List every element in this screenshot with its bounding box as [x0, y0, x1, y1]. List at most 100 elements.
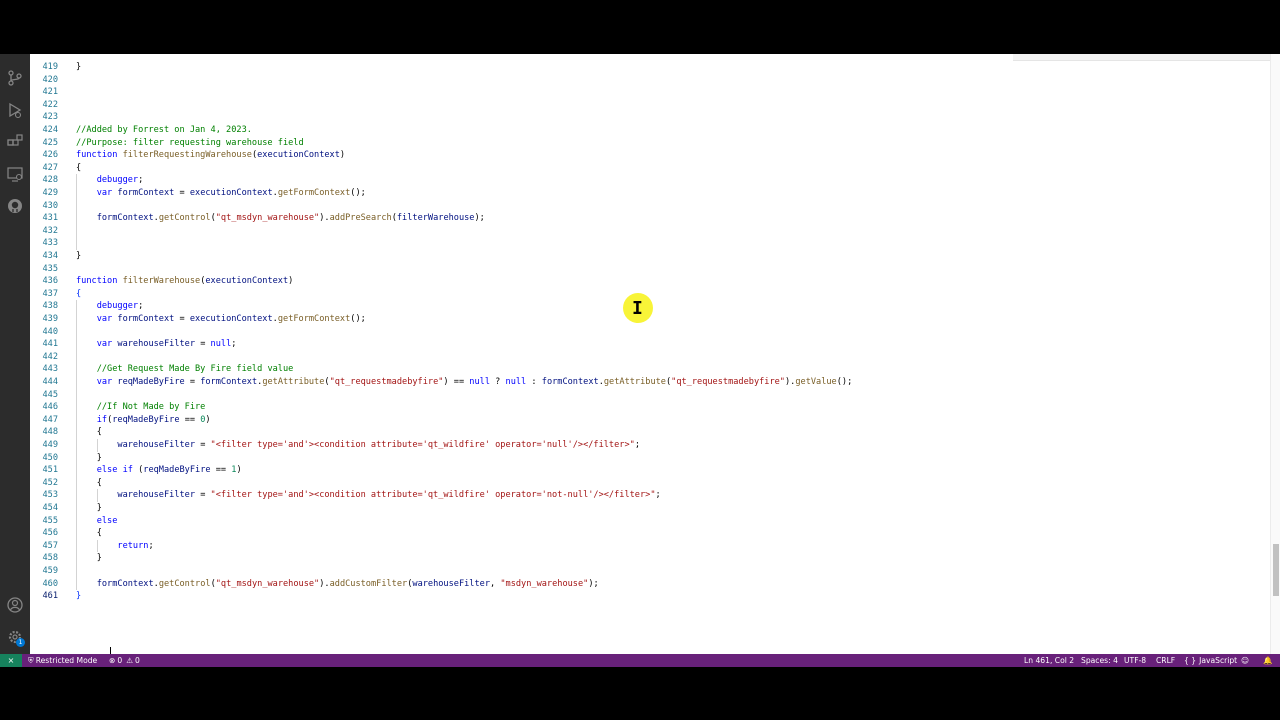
code-line[interactable]: 445: [30, 389, 1260, 402]
line-number: 422: [42, 99, 58, 110]
code-token: executionContext: [189, 188, 273, 198]
code-line[interactable]: 443 //Get Request Made By Fire field val…: [30, 363, 1260, 376]
code-line[interactable]: 426 function filterRequestingWarehouse(ex…: [30, 149, 1260, 162]
line-number: 428: [42, 175, 58, 186]
feedback-button[interactable]: ☺: [1241, 654, 1249, 667]
code-token: }: [76, 452, 102, 463]
code-token: "<filter type='and'><condition attribute…: [210, 490, 656, 501]
source-control-icon[interactable]: [5, 68, 25, 88]
code-line[interactable]: 431 formContext.getControl("qt_msdyn_war…: [30, 212, 1260, 225]
github-icon[interactable]: [5, 196, 25, 216]
cursor-position-label: Ln 461, Col 2: [1024, 656, 1075, 665]
notifications-button[interactable]: 🔔: [1263, 654, 1272, 667]
account-icon[interactable]: [5, 595, 25, 615]
code-line[interactable]: 450 }: [30, 452, 1260, 465]
line-number: 457: [42, 540, 58, 551]
code-text: }: [76, 250, 81, 263]
indentation-label: Spaces: 4: [1081, 656, 1118, 665]
code-text: var formContext = executionContext.getFo…: [76, 313, 366, 326]
code-token: ();: [836, 377, 853, 387]
line-number: 423: [42, 112, 58, 123]
code-token: reqMadeByFire: [143, 465, 211, 476]
code-line[interactable]: 425 //Purpose: filter requesting warehous…: [30, 137, 1260, 150]
code-line[interactable]: 448 {: [30, 426, 1260, 439]
code-line[interactable]: 449 warehouseFilter = "<filter type='and…: [30, 439, 1260, 452]
code-line[interactable]: 457 return;: [30, 540, 1260, 553]
braces-icon: { }: [1184, 656, 1197, 665]
code-line[interactable]: 452 {: [30, 477, 1260, 490]
line-number: 425: [42, 137, 58, 148]
code-line[interactable]: 459: [30, 565, 1260, 578]
code-line[interactable]: 421: [30, 86, 1260, 99]
line-number: 449: [42, 440, 58, 450]
encoding-button[interactable]: UTF-8: [1124, 654, 1146, 667]
code-line[interactable]: 420: [30, 74, 1260, 87]
code-line[interactable]: 430: [30, 200, 1260, 213]
code-line[interactable]: 436 function filterWarehouse(executionCon…: [30, 275, 1260, 288]
code-line[interactable]: 434}: [30, 250, 1260, 263]
code-line[interactable]: 447 if(reqMadeByFire == 0): [30, 414, 1260, 427]
line-number: 445: [42, 389, 58, 400]
code-line[interactable]: 461}: [30, 590, 1260, 603]
remote-explorer-icon[interactable]: [5, 164, 25, 184]
warning-icon: ⚠: [126, 656, 134, 665]
code-line[interactable]: 455 else: [30, 515, 1260, 528]
run-debug-icon[interactable]: [5, 100, 25, 120]
code-line[interactable]: 454 }: [30, 502, 1260, 515]
restricted-mode-button[interactable]: ⛨ Restricted Mode: [28, 654, 97, 667]
code-line[interactable]: 429 var formContext = executionContext.g…: [30, 187, 1260, 200]
extensions-icon[interactable]: [5, 132, 25, 152]
code-line[interactable]: 424 //Added by Forrest on Jan 4, 2023.: [30, 124, 1260, 137]
code-token: warehouseFilter: [117, 490, 196, 501]
code-line[interactable]: 432: [30, 225, 1260, 238]
remote-indicator-button[interactable]: ⨯: [0, 654, 22, 667]
code-line[interactable]: 460 formContext.getControl("qt_msdyn_war…: [30, 578, 1260, 591]
code-token: var: [96, 377, 118, 387]
code-token: function: [76, 276, 123, 287]
code-line[interactable]: 441 var warehouseFilter = null;: [30, 338, 1260, 351]
code-line[interactable]: 442: [30, 351, 1260, 364]
line-number: 435: [42, 263, 58, 274]
code-token: "msdyn_warehouse": [500, 578, 589, 589]
code-text: else if (reqMadeByFire == 1): [76, 464, 242, 477]
code-token: ) ==: [443, 377, 470, 387]
code-token: debugger: [96, 175, 139, 186]
code-token: null: [505, 377, 527, 387]
line-number: 440: [42, 326, 58, 337]
code-line[interactable]: 453 warehouseFilter = "<filter type='and…: [30, 489, 1260, 502]
line-number: 421: [42, 87, 58, 98]
code-line[interactable]: 456 {: [30, 527, 1260, 540]
code-line[interactable]: 419}: [30, 61, 1260, 74]
problems-button[interactable]: ⊗ 0 ⚠ 0: [109, 654, 140, 667]
code-text: debugger;: [76, 300, 144, 313]
code-token: else if: [96, 465, 133, 476]
code-text: {: [76, 527, 102, 540]
code-token: ): [236, 465, 242, 476]
code-token: formContext: [117, 314, 175, 324]
code-line[interactable]: 444 var reqMadeByFire = formContext.getA…: [30, 376, 1260, 389]
eol-button[interactable]: CRLF: [1156, 654, 1175, 667]
scrollbar-thumb[interactable]: [1273, 544, 1279, 596]
indent-guide: [97, 439, 98, 452]
indentation-button[interactable]: Spaces: 4: [1081, 654, 1118, 667]
line-number: 424: [42, 125, 58, 135]
manage-gear-icon[interactable]: 1: [5, 627, 25, 647]
code-line[interactable]: 435: [30, 263, 1260, 276]
language-mode-button[interactable]: { } JavaScript: [1184, 654, 1237, 667]
code-line[interactable]: 427 {: [30, 162, 1260, 175]
cursor-position-button[interactable]: Ln 461, Col 2: [1024, 654, 1074, 667]
code-line[interactable]: 433: [30, 237, 1260, 250]
code-line[interactable]: 451 else if (reqMadeByFire == 1): [30, 464, 1260, 477]
code-text: {: [76, 426, 102, 439]
code-line[interactable]: 428 debugger;: [30, 174, 1260, 187]
code-line[interactable]: 422: [30, 99, 1260, 112]
code-line[interactable]: 458 }: [30, 552, 1260, 565]
code-line[interactable]: 423: [30, 111, 1260, 124]
code-line[interactable]: 440: [30, 326, 1260, 339]
code-token: ==: [179, 414, 201, 425]
vertical-scrollbar[interactable]: [1270, 54, 1280, 654]
code-line[interactable]: 446 //If Not Made by Fire: [30, 401, 1260, 414]
code-editor[interactable]: 419} 420 421 422 423 424//Added by Forrest on…: [30, 54, 1270, 654]
line-number: 438: [42, 301, 58, 312]
